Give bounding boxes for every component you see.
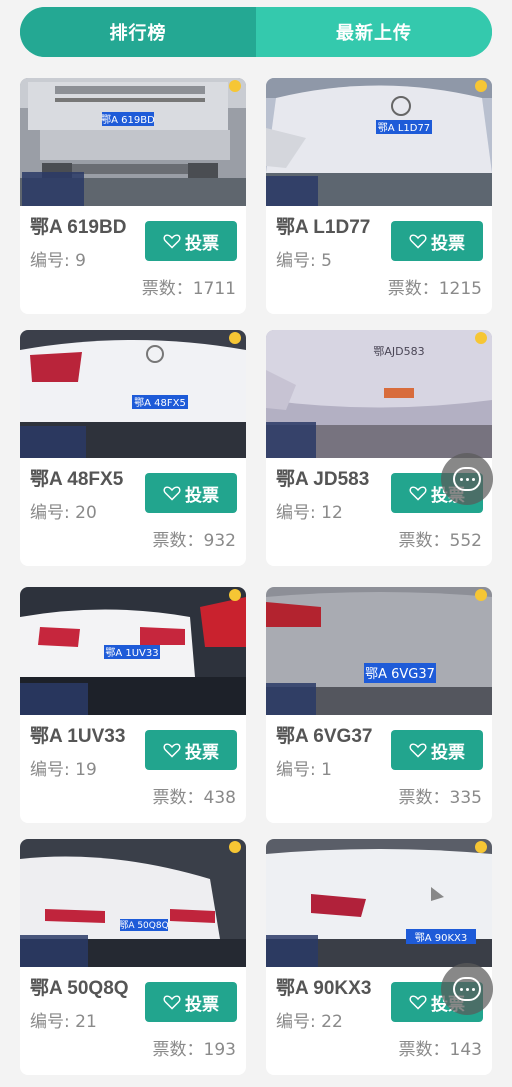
vote-label: 投票: [185, 485, 219, 506]
svg-text:鄂A 6VG37: 鄂A 6VG37: [365, 667, 435, 682]
plate-card[interactable]: 鄂A 90KX3 鄂A 90KX3 编号: 22 投票 票数：143: [266, 839, 492, 1075]
serial-number: 编号: 19: [30, 760, 97, 780]
car-photo: 鄂A 48FX5: [20, 330, 246, 458]
heart-icon: [163, 486, 181, 501]
vote-count: 票数：1215: [387, 279, 482, 299]
serial-number: 编号: 1: [276, 760, 332, 780]
car-photo: 鄂AJD583: [266, 330, 492, 458]
heart-icon: [163, 234, 181, 249]
serial-number: 编号: 21: [30, 1012, 97, 1032]
svg-text:鄂A 619BD: 鄂A 619BD: [101, 114, 155, 126]
car-photo: 鄂A L1D77: [266, 78, 492, 206]
chat-float-button[interactable]: [441, 963, 493, 1015]
svg-text:鄂A 1UV33: 鄂A 1UV33: [105, 647, 158, 659]
plate-card[interactable]: 鄂A 50Q8Q 鄂A 50Q8Q 编号: 21 投票 票数：193: [20, 839, 246, 1075]
serial-number: 编号: 9: [30, 251, 86, 271]
plate-card[interactable]: 鄂A 48FX5 鄂A 48FX5 编号: 20 投票 票数：932: [20, 330, 246, 566]
svg-text:鄂AJD583: 鄂AJD583: [373, 345, 424, 358]
heart-icon: [409, 486, 427, 501]
svg-text:鄂A 90KX3: 鄂A 90KX3: [415, 932, 468, 944]
car-photo: 鄂A 90KX3: [266, 839, 492, 967]
serial-number: 编号: 12: [276, 503, 343, 523]
svg-text:鄂A 50Q8Q: 鄂A 50Q8Q: [119, 920, 168, 931]
serial-number: 编号: 5: [276, 251, 332, 271]
vote-count: 票数：552: [398, 531, 482, 551]
vote-button[interactable]: 投票: [145, 982, 237, 1022]
plate-number: 鄂A JD583: [276, 469, 370, 490]
heart-icon: [163, 995, 181, 1010]
vote-count: 票数：1711: [141, 279, 236, 299]
serial-number: 编号: 22: [276, 1012, 343, 1032]
chat-bubble-icon: [453, 977, 481, 1001]
serial-number: 编号: 20: [30, 503, 97, 523]
car-photo: 鄂A 50Q8Q: [20, 839, 246, 967]
tab-bar: 排行榜 最新上传: [20, 7, 492, 57]
vote-count: 票数：143: [398, 1040, 482, 1060]
plate-number: 鄂A 619BD: [30, 217, 127, 238]
tab-ranking[interactable]: 排行榜: [20, 7, 256, 57]
chat-float-button[interactable]: [441, 453, 493, 505]
vote-button[interactable]: 投票: [391, 730, 483, 770]
vote-count: 票数：335: [398, 788, 482, 808]
plate-card[interactable]: 鄂A 1UV33 鄂A 1UV33 编号: 19 投票 票数：438: [20, 587, 246, 823]
car-photo: 鄂A 6VG37: [266, 587, 492, 715]
svg-text:鄂A 48FX5: 鄂A 48FX5: [134, 397, 186, 409]
vote-label: 投票: [185, 994, 219, 1015]
svg-text:鄂A L1D77: 鄂A L1D77: [378, 122, 430, 134]
vote-button[interactable]: 投票: [145, 221, 237, 261]
vote-label: 投票: [185, 742, 219, 763]
heart-icon: [163, 743, 181, 758]
vote-button[interactable]: 投票: [145, 473, 237, 513]
heart-icon: [409, 743, 427, 758]
plate-card[interactable]: 鄂A L1D77 鄂A L1D77 编号: 5 投票 票数：1215: [266, 78, 492, 314]
vote-label: 投票: [431, 742, 465, 763]
plate-card[interactable]: 鄂A 6VG37 鄂A 6VG37 编号: 1 投票 票数：335: [266, 587, 492, 823]
vote-label: 投票: [431, 233, 465, 254]
plate-card[interactable]: 鄂AJD583 鄂A JD583 编号: 12 投票 票数：552: [266, 330, 492, 566]
car-photo: 鄂A 1UV33: [20, 587, 246, 715]
heart-icon: [409, 234, 427, 249]
plate-number: 鄂A 90KX3: [276, 978, 372, 999]
vote-label: 投票: [185, 233, 219, 254]
plate-number: 鄂A 50Q8Q: [30, 978, 129, 999]
plate-number: 鄂A 48FX5: [30, 469, 124, 490]
plate-number: 鄂A 1UV33: [30, 726, 126, 747]
plate-number: 鄂A 6VG37: [276, 726, 373, 747]
plate-number: 鄂A L1D77: [276, 217, 371, 238]
vote-count: 票数：932: [152, 531, 236, 551]
tab-latest-upload[interactable]: 最新上传: [256, 7, 492, 57]
heart-icon: [409, 995, 427, 1010]
plate-card[interactable]: 鄂A 619BD 鄂A 619BD 编号: 9 投票 票数：1711: [20, 78, 246, 314]
chat-bubble-icon: [453, 467, 481, 491]
vote-button[interactable]: 投票: [145, 730, 237, 770]
vote-button[interactable]: 投票: [391, 221, 483, 261]
vote-count: 票数：193: [152, 1040, 236, 1060]
vote-count: 票数：438: [152, 788, 236, 808]
car-photo: 鄂A 619BD: [20, 78, 246, 206]
